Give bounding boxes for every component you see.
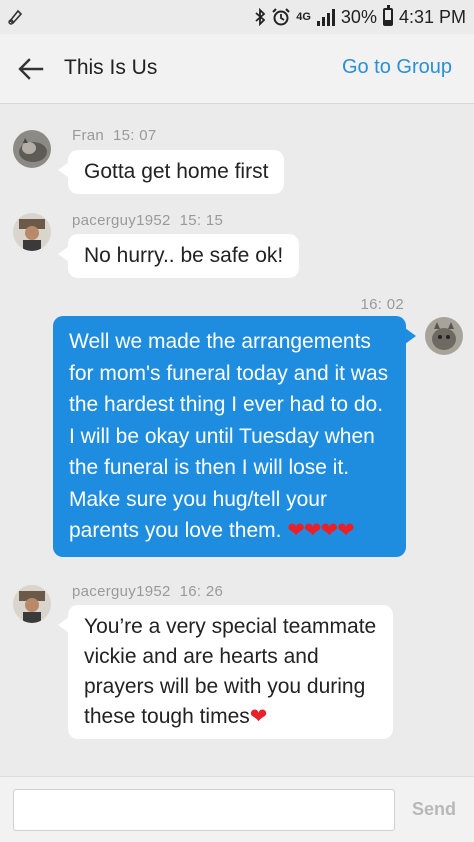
heart-emoji: ❤ — [249, 705, 268, 728]
cat-avatar-icon — [13, 130, 51, 168]
avatar[interactable] — [13, 585, 51, 623]
hearts-emoji: ❤❤❤❤ — [287, 519, 354, 542]
avatar[interactable] — [425, 317, 463, 355]
send-button[interactable]: Send — [412, 799, 456, 820]
page-title: This Is Us — [64, 56, 158, 79]
avatar[interactable] — [13, 130, 51, 168]
message-text: Well we made the arrangements for mom's … — [69, 330, 389, 542]
go-to-group-link[interactable]: Go to Group — [342, 56, 452, 79]
message-text: You’re a very special teammate vickie an… — [84, 615, 377, 728]
message-meta: pacerguy1952 15: 15 — [72, 212, 223, 229]
sender-name: pacerguy1952 — [72, 583, 171, 600]
message-meta: pacerguy1952 16: 26 — [72, 583, 223, 600]
message-bubble[interactable]: You’re a very special teammate vickie an… — [58, 605, 393, 739]
status-bar: 4G 30% 4:31 PM — [0, 0, 474, 34]
back-arrow-icon[interactable] — [16, 54, 46, 84]
person-avatar-icon — [13, 585, 51, 623]
notification-icon — [8, 9, 23, 25]
message-bubble[interactable]: Gotta get home first — [57, 150, 285, 194]
message-bubble-outgoing[interactable]: Well we made the arrangements for mom's … — [53, 316, 416, 557]
message-text: Gotta get home first — [84, 160, 269, 183]
message-meta: 16: 02 — [360, 296, 404, 313]
battery-icon — [382, 5, 393, 26]
person-avatar-icon — [13, 213, 51, 251]
message-bubble[interactable]: No hurry.. be safe ok! — [57, 234, 300, 278]
status-time: 4:31 PM — [398, 6, 466, 27]
avatar[interactable] — [13, 213, 51, 251]
composer: Send — [0, 776, 474, 842]
message-time: 16: 26 — [179, 583, 224, 600]
message-time: 15: 07 — [112, 127, 157, 144]
chat-thread[interactable]: Fran 15: 07 Gotta get home first pacergu… — [0, 105, 474, 775]
message-time: 16: 02 — [360, 296, 404, 313]
sender-name: Fran — [72, 127, 105, 144]
app-bar: This Is Us Go to Group — [0, 34, 474, 104]
cat-avatar-icon — [425, 317, 463, 355]
message-input[interactable] — [13, 789, 395, 831]
message-text: No hurry.. be safe ok! — [84, 244, 284, 267]
message-time: 15: 15 — [179, 212, 224, 229]
bluetooth-icon — [255, 8, 266, 26]
message-meta: Fran 15: 07 — [72, 127, 157, 144]
battery-percent: 30% — [340, 6, 377, 27]
sender-name: pacerguy1952 — [72, 212, 171, 229]
signal-icon — [316, 8, 335, 26]
alarm-icon — [272, 8, 290, 26]
network-type-label: 4G — [296, 11, 311, 23]
